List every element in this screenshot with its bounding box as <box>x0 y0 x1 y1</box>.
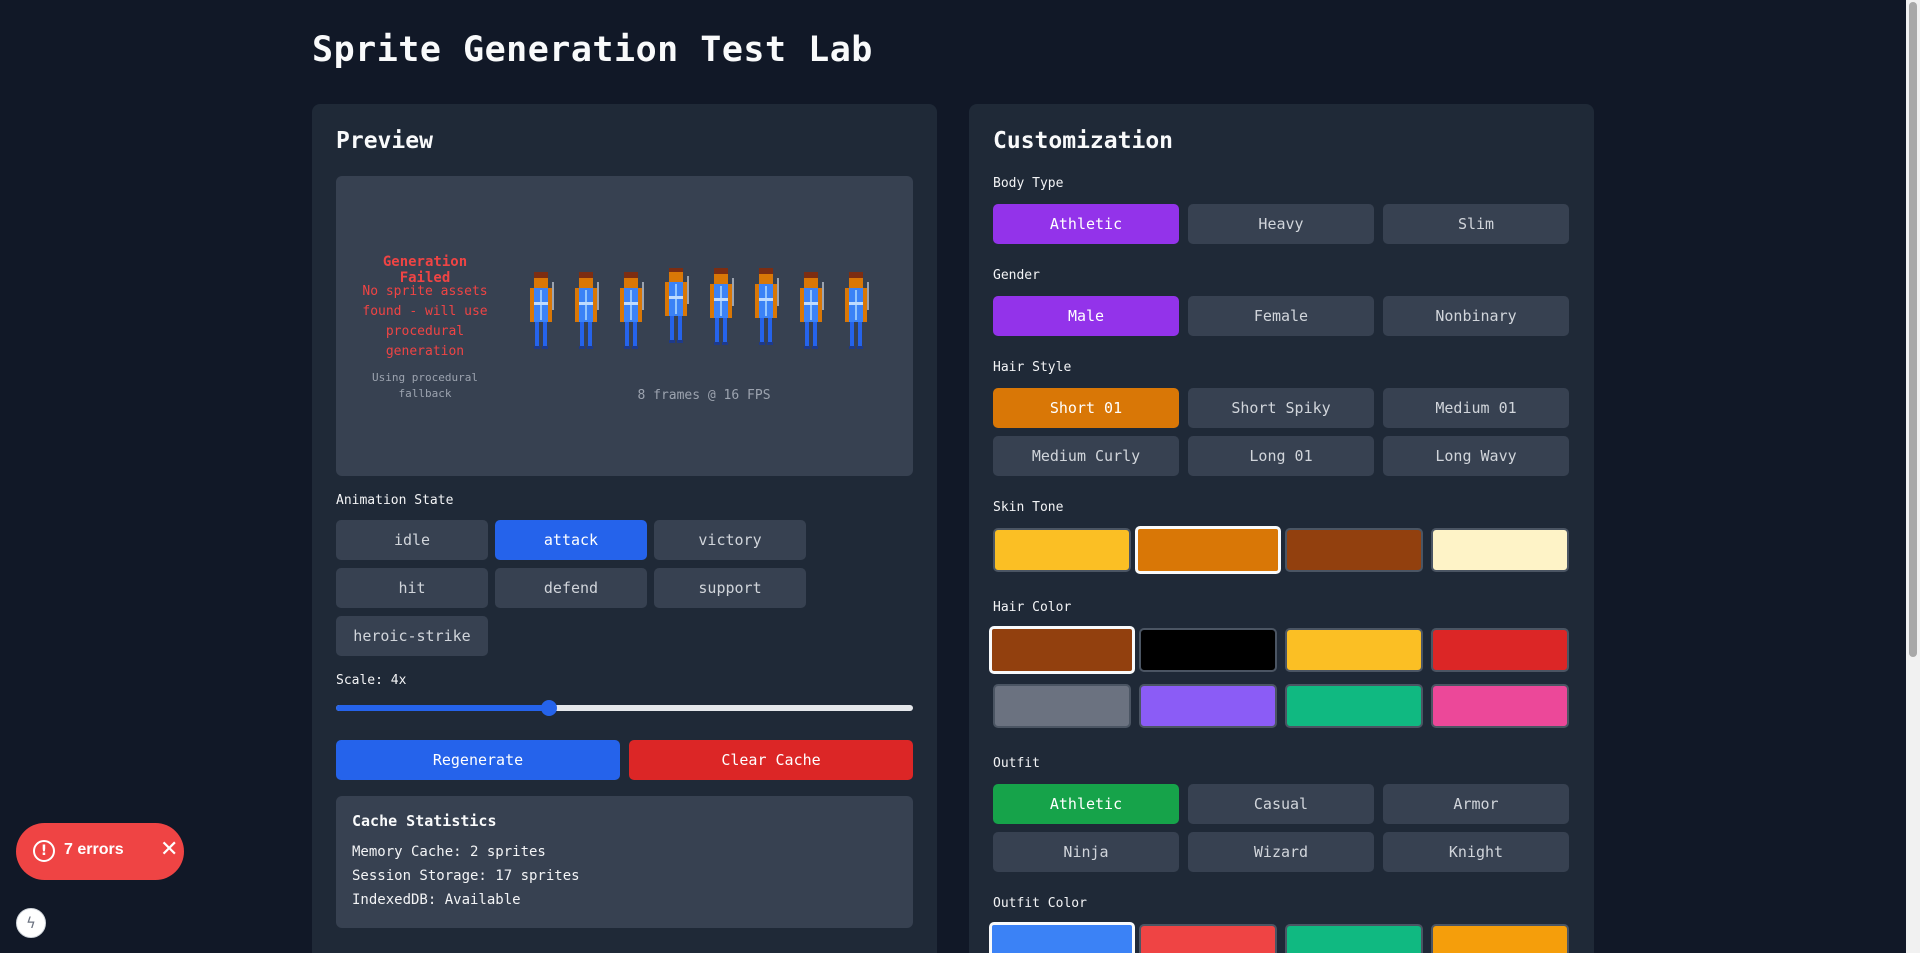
sprite-frames <box>524 268 884 378</box>
page-title: Sprite Generation Test Lab <box>312 30 873 70</box>
outfit-color-label: Outfit Color <box>993 896 1087 911</box>
hair-style-option-short-spiky[interactable]: Short Spiky <box>1188 388 1374 428</box>
sprite-frame <box>800 272 824 349</box>
scrollbar[interactable] <box>1906 0 1920 953</box>
hair-color-label: Hair Color <box>993 600 1072 615</box>
hair-color-swatch[interactable] <box>1285 628 1423 672</box>
outfit-option-casual[interactable]: Casual <box>1188 784 1374 824</box>
close-icon[interactable]: ✕ <box>160 838 178 862</box>
skin-tone-swatch[interactable] <box>1135 526 1281 574</box>
hair-color-swatch[interactable] <box>1285 684 1423 728</box>
animation-state-hit[interactable]: hit <box>336 568 488 608</box>
preview-heading: Preview <box>336 128 433 154</box>
session-storage-stat: Session Storage: 17 sprites <box>352 868 580 884</box>
scale-slider-fill <box>336 705 549 711</box>
outfit-option-wizard[interactable]: Wizard <box>1188 832 1374 872</box>
hair-color-swatch[interactable] <box>989 626 1135 674</box>
body-type-option-heavy[interactable]: Heavy <box>1188 204 1374 244</box>
hair-style-option-long-wavy[interactable]: Long Wavy <box>1383 436 1569 476</box>
gender-option-female[interactable]: Female <box>1188 296 1374 336</box>
animation-state-label: Animation State <box>336 493 454 508</box>
customization-panel: Customization Body Type Gender Hair Styl… <box>969 104 1594 953</box>
alert-icon: ! <box>33 840 55 862</box>
skin-tone-swatch[interactable] <box>1431 528 1569 572</box>
hair-color-swatch[interactable] <box>1431 684 1569 728</box>
fallback-note: Using procedural fallback <box>372 371 478 400</box>
outfit-color-swatch[interactable] <box>989 922 1135 953</box>
outfit-color-swatch[interactable] <box>1285 924 1423 953</box>
frames-caption: 8 frames @ 16 FPS <box>637 388 771 403</box>
regenerate-button[interactable]: Regenerate <box>336 740 620 780</box>
scale-slider-thumb[interactable] <box>540 700 557 716</box>
animation-state-defend[interactable]: defend <box>495 568 647 608</box>
animation-state-support[interactable]: support <box>654 568 806 608</box>
skin-tone-swatch[interactable] <box>993 528 1131 572</box>
sprite-frame <box>755 268 779 345</box>
sprite-frame <box>575 272 599 349</box>
outfit-color-swatch[interactable] <box>1139 924 1277 953</box>
sprite-frame <box>530 272 554 349</box>
body-type-option-slim[interactable]: Slim <box>1383 204 1569 244</box>
memory-cache-stat: Memory Cache: 2 sprites <box>352 844 546 860</box>
clear-cache-button[interactable]: Clear Cache <box>629 740 913 780</box>
customization-heading: Customization <box>993 128 1174 154</box>
hair-style-option-medium-01[interactable]: Medium 01 <box>1383 388 1569 428</box>
skin-tone-label: Skin Tone <box>993 500 1064 515</box>
scale-slider[interactable] <box>336 700 913 716</box>
sprite-frame <box>665 268 689 343</box>
hair-style-label: Hair Style <box>993 360 1072 375</box>
body-type-label: Body Type <box>993 176 1064 191</box>
indexeddb-stat: IndexedDB: Available <box>352 892 521 908</box>
scale-label: Scale: 4x <box>336 673 407 688</box>
lightning-icon[interactable]: ϟ <box>16 908 46 938</box>
sprite-frame <box>620 272 644 349</box>
cache-statistics-title: Cache Statistics <box>352 812 497 830</box>
gender-option-male[interactable]: Male <box>993 296 1179 336</box>
hair-style-option-long-01[interactable]: Long 01 <box>1188 436 1374 476</box>
scrollbar-thumb[interactable] <box>1909 2 1917 657</box>
outfit-option-armor[interactable]: Armor <box>1383 784 1569 824</box>
gender-label: Gender <box>993 268 1040 283</box>
skin-tone-swatch[interactable] <box>1285 528 1423 572</box>
cache-statistics: Cache Statistics Memory Cache: 2 sprites… <box>336 796 913 928</box>
animation-state-idle[interactable]: idle <box>336 520 488 560</box>
hair-style-option-medium-curly[interactable]: Medium Curly <box>993 436 1179 476</box>
animation-state-victory[interactable]: victory <box>654 520 806 560</box>
errors-toast[interactable]: ! 7 errors ✕ <box>16 823 184 880</box>
outfit-option-ninja[interactable]: Ninja <box>993 832 1179 872</box>
hair-color-swatch[interactable] <box>1431 628 1569 672</box>
hair-color-swatch[interactable] <box>1139 628 1277 672</box>
outfit-color-swatch[interactable] <box>1431 924 1569 953</box>
error-message: No sprite assets found - will use proced… <box>362 284 488 359</box>
preview-panel: Preview Generation Failed No sprite asse… <box>312 104 937 953</box>
sprite-frame <box>845 272 869 349</box>
sprite-frames-svg <box>530 268 869 349</box>
hair-color-swatch[interactable] <box>1139 684 1277 728</box>
gender-option-nonbinary[interactable]: Nonbinary <box>1383 296 1569 336</box>
animation-state-heroic-strike[interactable]: heroic-strike <box>336 616 488 656</box>
hair-color-swatch[interactable] <box>993 684 1131 728</box>
outfit-label: Outfit <box>993 756 1040 771</box>
body-type-option-athletic[interactable]: Athletic <box>993 204 1179 244</box>
hair-style-option-short-01[interactable]: Short 01 <box>993 388 1179 428</box>
errors-count: 7 errors <box>64 841 124 858</box>
animation-state-attack[interactable]: attack <box>495 520 647 560</box>
outfit-option-athletic[interactable]: Athletic <box>993 784 1179 824</box>
sprite-frame <box>710 268 734 345</box>
outfit-option-knight[interactable]: Knight <box>1383 832 1569 872</box>
preview-box: Generation Failed No sprite assets found… <box>336 176 913 476</box>
